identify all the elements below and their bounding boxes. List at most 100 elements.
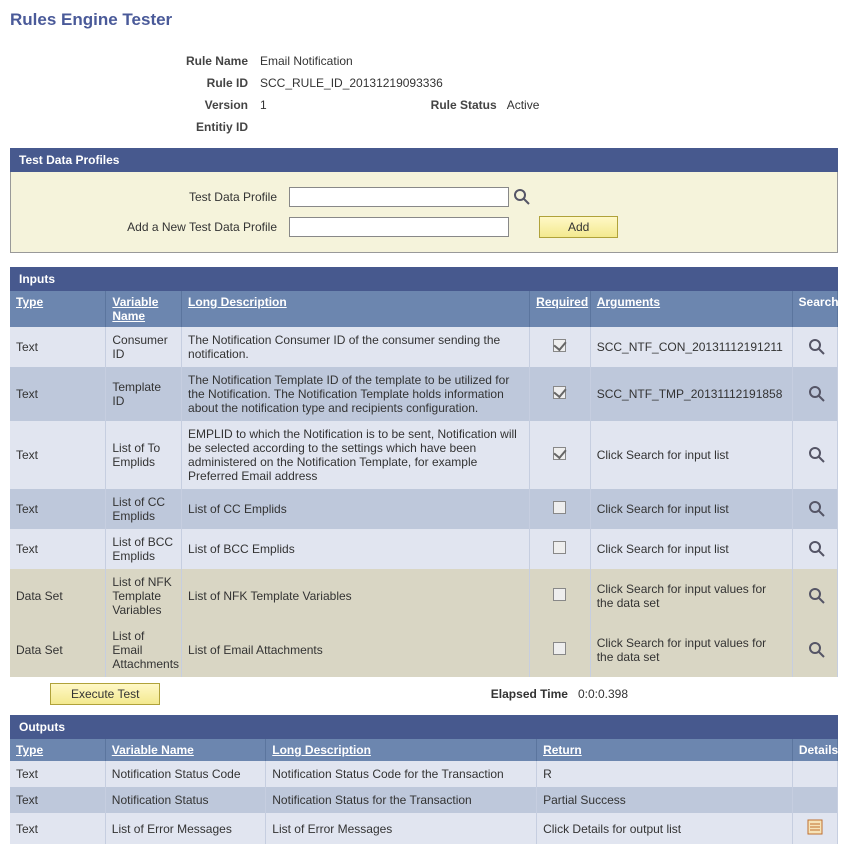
cell-type: Text <box>10 813 105 844</box>
cell-return: Click Details for output list <box>537 813 793 844</box>
cell-search <box>792 569 837 623</box>
table-row: TextList of BCC EmplidsList of BCC Empli… <box>10 529 838 569</box>
cell-variable: Notification Status Code <box>105 761 265 787</box>
checkbox-icon <box>553 447 566 460</box>
cell-variable: Consumer ID <box>106 327 182 367</box>
cell-long-description: List of NFK Template Variables <box>182 569 530 623</box>
version-value: 1 <box>260 98 267 112</box>
cell-arguments: Click Search for input list <box>590 529 792 569</box>
table-row: TextList of CC EmplidsList of CC Emplids… <box>10 489 838 529</box>
cell-return: Partial Success <box>537 787 793 813</box>
search-icon[interactable] <box>808 385 826 403</box>
search-icon[interactable] <box>808 446 826 464</box>
cell-details <box>792 787 837 813</box>
cell-search <box>792 421 837 489</box>
entity-id-label: Entitiy ID <box>10 120 260 134</box>
cell-type: Data Set <box>10 569 106 623</box>
checkbox-icon <box>553 339 566 352</box>
add-profile-input[interactable] <box>289 217 509 237</box>
execute-test-button[interactable]: Execute Test <box>50 683 160 705</box>
col-type[interactable]: Type <box>16 295 43 309</box>
cell-type: Text <box>10 367 106 421</box>
table-row: TextNotification StatusNotification Stat… <box>10 787 838 813</box>
col-long-description[interactable]: Long Description <box>272 743 371 757</box>
cell-arguments: Click Search for input values for the da… <box>590 569 792 623</box>
col-variable-name[interactable]: Variable Name <box>112 295 158 323</box>
cell-variable: Template ID <box>106 367 182 421</box>
outputs-header: Outputs <box>10 715 838 739</box>
rule-header: Rule Name Email Notification Rule ID SCC… <box>10 50 838 138</box>
cell-details <box>792 813 837 844</box>
col-arguments[interactable]: Arguments <box>597 295 660 309</box>
col-return[interactable]: Return <box>543 743 582 757</box>
table-row: TextList of Error MessagesList of Error … <box>10 813 838 844</box>
col-required[interactable]: Required <box>536 295 588 309</box>
cell-long-description: List of Error Messages <box>266 813 537 844</box>
cell-type: Data Set <box>10 623 106 677</box>
cell-variable: List of NFK Template Variables <box>106 569 182 623</box>
rule-name-value: Email Notification <box>260 54 353 68</box>
cell-required <box>530 623 591 677</box>
search-icon[interactable] <box>808 500 826 518</box>
page-title: Rules Engine Tester <box>10 10 838 30</box>
table-row: TextConsumer IDThe Notification Consumer… <box>10 327 838 367</box>
checkbox-icon <box>553 386 566 399</box>
search-icon[interactable] <box>808 587 826 605</box>
cell-arguments: SCC_NTF_TMP_20131112191858 <box>590 367 792 421</box>
cell-arguments: SCC_NTF_CON_20131112191211 <box>590 327 792 367</box>
col-type[interactable]: Type <box>16 743 43 757</box>
col-long-description[interactable]: Long Description <box>188 295 287 309</box>
cell-required <box>530 367 591 421</box>
checkbox-icon <box>553 541 566 554</box>
rule-status-label: Rule Status <box>347 98 507 112</box>
cell-required <box>530 529 591 569</box>
test-data-profile-input[interactable] <box>289 187 509 207</box>
inputs-header: Inputs <box>10 267 838 291</box>
inputs-grid: Type Variable Name Long Description Requ… <box>10 291 838 677</box>
cell-required <box>530 327 591 367</box>
cell-type: Text <box>10 787 105 813</box>
table-row: TextTemplate IDThe Notification Template… <box>10 367 838 421</box>
cell-type: Text <box>10 327 106 367</box>
details-icon[interactable] <box>807 819 823 835</box>
cell-long-description: List of Email Attachments <box>182 623 530 677</box>
cell-long-description: Notification Status Code for the Transac… <box>266 761 537 787</box>
cell-variable: List of Email Attachments <box>106 623 182 677</box>
search-icon[interactable] <box>808 641 826 659</box>
search-icon[interactable] <box>808 338 826 356</box>
test-data-profiles-header: Test Data Profiles <box>10 148 838 172</box>
rule-name-label: Rule Name <box>10 54 260 68</box>
table-row: TextList of To EmplidsEMPLID to which th… <box>10 421 838 489</box>
cell-variable: List of CC Emplids <box>106 489 182 529</box>
cell-required <box>530 569 591 623</box>
version-label: Version <box>10 98 260 112</box>
search-icon[interactable] <box>808 540 826 558</box>
table-row: TextNotification Status CodeNotification… <box>10 761 838 787</box>
cell-variable: Notification Status <box>105 787 265 813</box>
elapsed-time-value: 0:0:0.398 <box>578 687 628 701</box>
cell-details <box>792 761 837 787</box>
cell-long-description: List of BCC Emplids <box>182 529 530 569</box>
cell-type: Text <box>10 761 105 787</box>
cell-long-description: Notification Status for the Transaction <box>266 787 537 813</box>
cell-search <box>792 367 837 421</box>
cell-variable: List of Error Messages <box>105 813 265 844</box>
cell-return: R <box>537 761 793 787</box>
cell-required <box>530 489 591 529</box>
test-data-profile-label: Test Data Profile <box>19 190 289 204</box>
cell-search <box>792 623 837 677</box>
cell-search <box>792 327 837 367</box>
cell-variable: List of To Emplids <box>106 421 182 489</box>
cell-long-description: The Notification Consumer ID of the cons… <box>182 327 530 367</box>
cell-search <box>792 529 837 569</box>
add-button[interactable]: Add <box>539 216 618 238</box>
rule-id-label: Rule ID <box>10 76 260 90</box>
cell-long-description: List of CC Emplids <box>182 489 530 529</box>
cell-arguments: Click Search for input list <box>590 489 792 529</box>
table-row: Data SetList of Email AttachmentsList of… <box>10 623 838 677</box>
rule-status-value: Active <box>507 98 540 112</box>
col-variable-name[interactable]: Variable Name <box>112 743 194 757</box>
cell-long-description: EMPLID to which the Notification is to b… <box>182 421 530 489</box>
col-search: Search <box>792 291 837 327</box>
search-icon[interactable] <box>513 188 531 206</box>
